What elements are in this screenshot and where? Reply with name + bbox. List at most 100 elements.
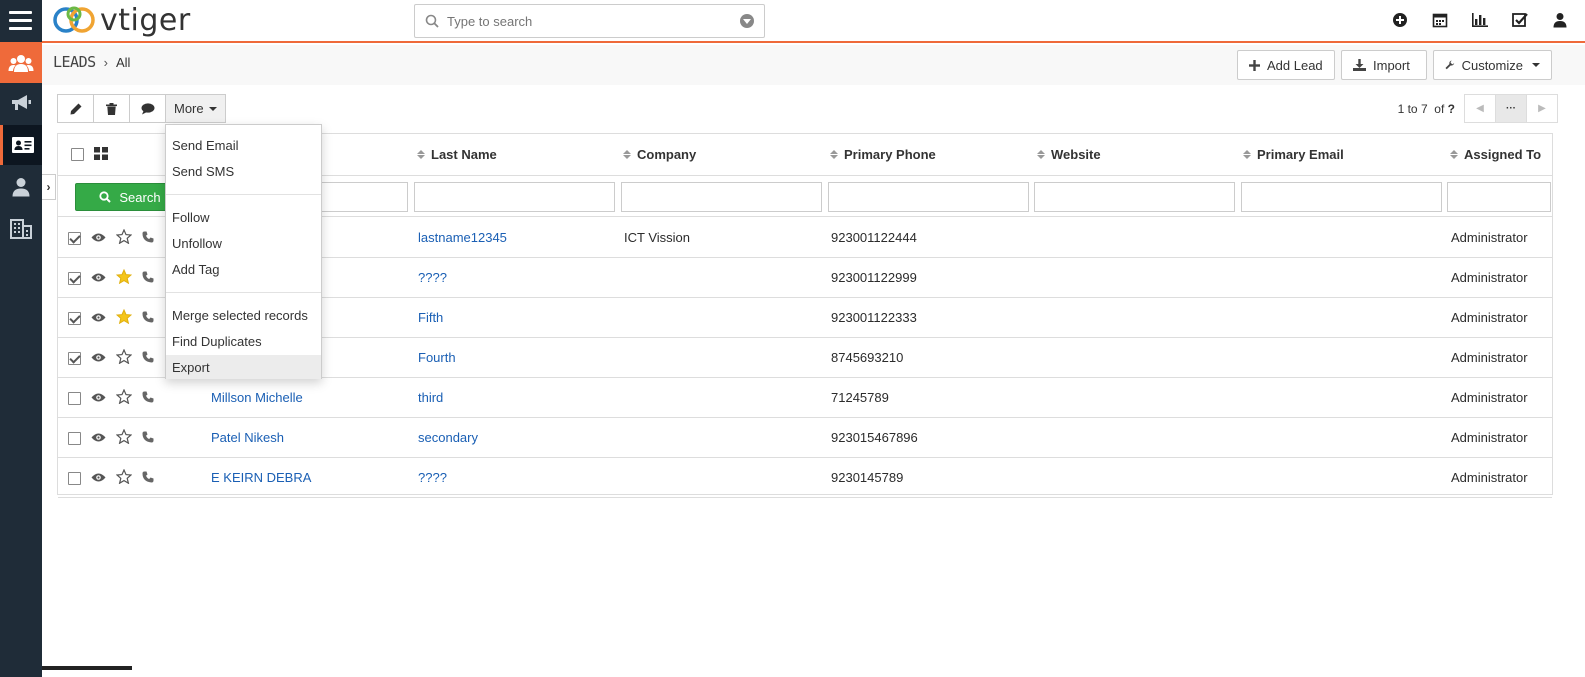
phone-icon[interactable] (142, 391, 154, 406)
row-checkbox[interactable] (68, 351, 81, 365)
eye-icon[interactable] (91, 471, 106, 486)
column-company[interactable]: Company (623, 147, 696, 162)
first-name-cell[interactable]: E KEIRN DEBRA (211, 470, 311, 485)
eye-icon[interactable] (91, 311, 106, 326)
star-icon[interactable] (115, 428, 133, 447)
last-name-cell[interactable]: Fourth (418, 350, 456, 365)
column-assigned-to[interactable]: Assigned To (1450, 147, 1541, 162)
star-filled-icon[interactable] (115, 308, 133, 327)
phone-icon[interactable] (142, 231, 154, 246)
menu-item-send-email[interactable]: Send Email (166, 133, 321, 157)
phone-cell[interactable]: 923001122333 (831, 310, 917, 325)
phone-cell[interactable]: 923001122444 (831, 230, 917, 245)
primary-email-filter-input[interactable] (1241, 182, 1442, 212)
primary-phone-filter-input[interactable] (828, 182, 1029, 212)
menu-item-add-tag[interactable]: Add Tag (166, 257, 321, 281)
more-pages-button[interactable]: ··· (1495, 94, 1527, 123)
table-row[interactable]: Millson Michelle third 71245789 Administrat… (58, 378, 1552, 418)
comment-button[interactable] (129, 94, 166, 123)
menu-icon[interactable] (0, 0, 42, 42)
task-check-icon[interactable] (1511, 11, 1529, 29)
grid-icon[interactable] (94, 147, 108, 160)
expand-panel-icon[interactable]: › (42, 174, 56, 200)
row-checkbox[interactable] (68, 231, 81, 245)
phone-cell[interactable]: 8745693210 (831, 350, 903, 365)
phone-cell[interactable]: 923001122999 (831, 270, 917, 285)
last-name-cell[interactable]: ???? (418, 470, 447, 485)
phone-icon[interactable] (142, 431, 154, 446)
assigned-to-filter-input[interactable] (1447, 182, 1551, 212)
row-checkbox[interactable] (68, 431, 81, 445)
first-name-cell[interactable]: Patel Nikesh (211, 430, 284, 445)
star-icon[interactable] (115, 348, 133, 367)
phone-icon[interactable] (142, 351, 154, 366)
person-icon[interactable] (0, 167, 42, 207)
column-primary-email[interactable]: Primary Email (1243, 147, 1344, 162)
building-icon[interactable] (0, 209, 42, 249)
phone-cell[interactable]: 923015467896 (831, 430, 918, 445)
last-name-cell[interactable]: lastname12345 (418, 230, 507, 245)
breadcrumb-module[interactable]: LEADS (53, 53, 96, 71)
next-page-button[interactable]: ▶ (1526, 94, 1558, 123)
website-filter-input[interactable] (1034, 182, 1235, 212)
row-checkbox[interactable] (68, 311, 81, 325)
row-checkbox[interactable] (68, 271, 81, 285)
customize-button[interactable]: Customize (1433, 50, 1552, 80)
breadcrumb-view[interactable]: All (116, 55, 130, 70)
company-filter-input[interactable] (621, 182, 822, 212)
star-filled-icon[interactable] (115, 268, 133, 287)
last-name-cell[interactable]: secondary (418, 430, 478, 445)
delete-button[interactable] (93, 94, 130, 123)
column-primary-phone[interactable]: Primary Phone (830, 147, 936, 162)
eye-icon[interactable] (91, 431, 106, 446)
row-checkbox[interactable] (68, 471, 81, 485)
table-row[interactable]: E KEIRN DEBRA???? 9230145789 Administrator (58, 458, 1552, 498)
column-website[interactable]: Website (1037, 147, 1101, 162)
search-options-icon[interactable] (740, 14, 754, 28)
phone-cell[interactable]: 9230145789 (831, 470, 903, 485)
more-button[interactable]: More (165, 94, 226, 123)
first-name-cell[interactable]: Millson Michelle (211, 390, 303, 405)
search-input[interactable] (447, 11, 727, 31)
phone-icon[interactable] (142, 471, 154, 486)
menu-item-follow[interactable]: Follow (166, 205, 321, 229)
phone-icon[interactable] (142, 271, 154, 286)
global-search[interactable] (414, 4, 765, 38)
menu-item-unfollow[interactable]: Unfollow (166, 231, 321, 255)
app-logo[interactable]: vtiger (52, 2, 191, 38)
edit-button[interactable] (57, 94, 94, 123)
previous-page-button[interactable]: ◀ (1464, 94, 1496, 123)
id-card-icon[interactable] (0, 125, 42, 165)
eye-icon[interactable] (91, 391, 106, 406)
star-icon[interactable] (115, 228, 133, 247)
bar-chart-icon[interactable] (1471, 11, 1489, 29)
import-button[interactable]: Import (1341, 50, 1427, 80)
select-all-checkbox[interactable] (71, 148, 84, 161)
last-name-filter-input[interactable] (414, 182, 615, 212)
phone-icon[interactable] (142, 311, 154, 326)
calendar-icon[interactable] (1431, 11, 1449, 29)
menu-item-send-sms[interactable]: Send SMS (166, 159, 321, 183)
add-lead-button[interactable]: Add Lead (1237, 50, 1335, 80)
menu-item-find-duplicates[interactable]: Find Duplicates (166, 329, 321, 353)
phone-cell[interactable]: 71245789 (831, 390, 889, 405)
last-name-cell[interactable]: Fifth (418, 310, 443, 325)
last-name-cell[interactable]: third (418, 390, 443, 405)
star-icon[interactable] (115, 468, 133, 487)
eye-icon[interactable] (91, 271, 106, 286)
last-name-cell[interactable]: ???? (418, 270, 447, 285)
menu-item-merge-selected-records[interactable]: Merge selected records (166, 303, 321, 327)
user-icon[interactable] (1551, 11, 1569, 29)
row-checkbox[interactable] (68, 391, 81, 405)
plus-circle-icon[interactable] (1391, 11, 1409, 29)
star-icon[interactable] (115, 388, 133, 407)
total-count[interactable]: ? (1448, 102, 1455, 116)
first-name-filter-input[interactable] (307, 182, 408, 212)
eye-icon[interactable] (91, 231, 106, 246)
column-last-name[interactable]: Last Name (417, 147, 497, 162)
megaphone-icon[interactable] (0, 83, 42, 123)
menu-item-export[interactable]: Export (166, 355, 321, 379)
table-row[interactable]: Patel Nikesh secondary 923015467896 Adminis… (58, 418, 1552, 458)
eye-icon[interactable] (91, 351, 106, 366)
users-group-icon[interactable] (0, 43, 42, 83)
